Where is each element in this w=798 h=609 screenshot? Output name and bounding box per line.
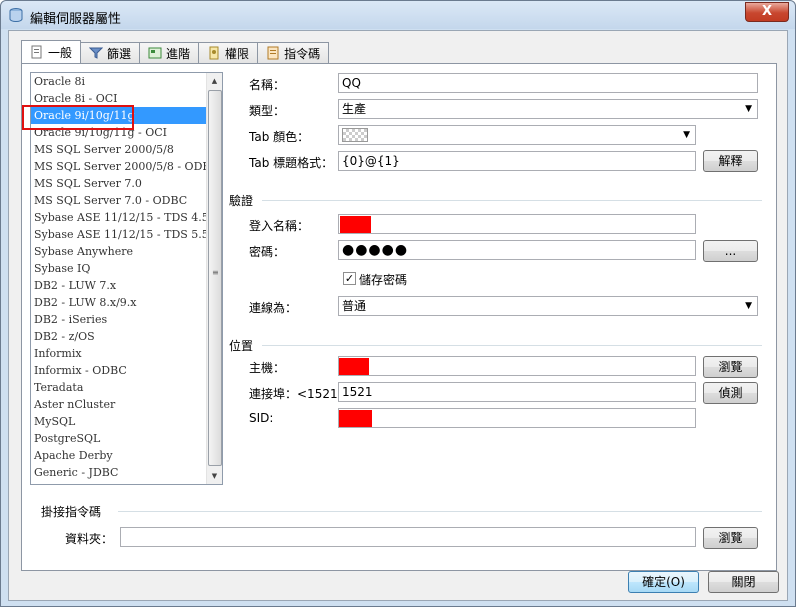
type-value: 生產 <box>342 102 367 116</box>
password-options-button[interactable]: ... <box>703 240 758 262</box>
server-type-item[interactable]: Sybase IQ <box>31 260 206 277</box>
scroll-down-icon[interactable]: ▼ <box>207 468 222 484</box>
redacted-login <box>340 216 371 233</box>
server-type-item[interactable]: PostgreSQL <box>31 430 206 447</box>
host-label: 主機： <box>249 361 286 375</box>
list-scrollbar[interactable]: ▲ ≡ ▼ <box>206 73 222 484</box>
server-type-item[interactable]: MS SQL Server 7.0 - ODBC <box>31 192 206 209</box>
general-icon <box>31 45 42 59</box>
location-section-title: 位置 <box>229 337 258 354</box>
tab-advanced[interactable]: 進階 <box>139 42 200 63</box>
connect-as-label: 連線為： <box>249 301 298 315</box>
tab-label: 一般 <box>48 45 73 60</box>
ok-button[interactable]: 確定(O) <box>628 571 699 593</box>
advanced-icon <box>148 47 162 59</box>
server-type-item[interactable]: DB2 - LUW 8.x/9.x <box>31 294 206 311</box>
server-type-list[interactable]: Oracle 8i Oracle 8i - OCI Oracle 9i/10g/11… <box>30 72 223 485</box>
redacted-host <box>339 358 369 375</box>
save-password-checkbox[interactable]: ✓ <box>343 272 356 285</box>
login-label: 登入名稱： <box>249 219 310 233</box>
tab-color-label: Tab 顏色： <box>249 130 310 144</box>
scroll-up-icon[interactable]: ▲ <box>207 73 222 89</box>
dialog-window: 編輯伺服器屬性 X 一般 篩選 進階 權限 指令碼 Oracle 8i Orac… <box>0 0 796 607</box>
sid-field[interactable] <box>338 408 696 428</box>
server-type-item[interactable]: Sybase ASE 11/12/15 - TDS 4.5 <box>31 209 209 226</box>
title-bar[interactable]: 編輯伺服器屬性 X <box>1 1 795 29</box>
connect-as-select[interactable]: 普通 ▼ <box>338 296 758 316</box>
server-type-item[interactable]: Generic - JDBC <box>31 464 206 481</box>
server-type-item[interactable]: MySQL <box>31 413 206 430</box>
script-icon <box>267 46 279 60</box>
port-label: 連接埠：<1521> <box>249 387 348 401</box>
server-type-item[interactable]: Aster nCluster <box>31 396 206 413</box>
folder-label: 資料夾： <box>65 532 114 546</box>
location-section-divider <box>262 345 762 346</box>
password-label: 密碼： <box>249 245 286 259</box>
type-label: 類型： <box>249 104 286 118</box>
highlight-box <box>22 105 134 130</box>
type-select[interactable]: 生產 ▼ <box>338 99 758 119</box>
tab-title-field[interactable]: {0}@{1} <box>338 151 696 171</box>
tab-label: 進階 <box>166 46 191 61</box>
tab-title-label: Tab 標題格式： <box>249 156 334 170</box>
host-browse-button[interactable]: 瀏覽 <box>703 356 758 378</box>
scroll-thumb[interactable]: ≡ <box>208 90 222 466</box>
dropdown-arrow-icon: ▼ <box>745 301 752 311</box>
server-type-item[interactable]: Oracle 8i <box>31 73 206 90</box>
auth-section-divider <box>262 200 762 201</box>
server-type-item[interactable]: Teradata <box>31 379 206 396</box>
filter-icon <box>89 47 104 59</box>
dropdown-arrow-icon: ▼ <box>745 104 752 114</box>
tab-color-select[interactable]: ▼ <box>338 125 696 145</box>
folder-field[interactable] <box>120 527 696 547</box>
port-field[interactable]: 1521 <box>338 382 696 402</box>
server-type-item[interactable]: MS SQL Server 7.0 <box>31 175 206 192</box>
server-type-item[interactable]: DB2 - LUW 7.x <box>31 277 206 294</box>
general-panel: Oracle 8i Oracle 8i - OCI Oracle 9i/10g/11… <box>21 63 777 571</box>
server-type-item[interactable]: Sybase Anywhere <box>31 243 206 260</box>
grip-icon: ≡ <box>212 268 219 277</box>
server-type-items: Oracle 8i Oracle 8i - OCI Oracle 9i/10g/11… <box>31 73 219 481</box>
tab-script[interactable]: 指令碼 <box>257 42 330 63</box>
tab-filter[interactable]: 篩選 <box>80 42 141 63</box>
auth-section-title: 驗證 <box>229 192 258 209</box>
close-window-button[interactable]: X <box>745 2 789 22</box>
redacted-sid <box>339 410 372 427</box>
server-type-item[interactable]: DB2 - iSeries <box>31 311 206 328</box>
tab-label: 權限 <box>225 46 250 61</box>
name-label: 名稱： <box>249 78 286 92</box>
password-field[interactable]: ●●●●● <box>338 240 696 260</box>
server-type-item[interactable]: Apache Derby <box>31 447 206 464</box>
host-field[interactable] <box>338 356 696 376</box>
tab-permissions[interactable]: 權限 <box>198 42 259 63</box>
server-type-item[interactable]: Informix <box>31 345 206 362</box>
server-type-item[interactable]: MS SQL Server 2000/5/8 - ODBC <box>31 158 219 175</box>
window-title: 編輯伺服器屬性 <box>30 12 122 27</box>
mount-section-title: 掛接指令碼 <box>41 503 106 520</box>
server-type-item[interactable]: Informix - ODBC <box>31 362 206 379</box>
folder-browse-button[interactable]: 瀏覽 <box>703 527 758 549</box>
name-field[interactable]: QQ <box>338 73 758 93</box>
login-field[interactable] <box>338 214 696 234</box>
explain-button[interactable]: 解釋 <box>703 150 758 172</box>
connect-as-value: 普通 <box>342 299 367 313</box>
save-password-label: 儲存密碼 <box>359 273 408 287</box>
server-type-item[interactable]: DB2 - z/OS <box>31 328 206 345</box>
detect-port-button[interactable]: 偵測 <box>703 382 758 404</box>
mount-section-divider <box>118 511 762 512</box>
tab-label: 篩選 <box>107 46 132 61</box>
database-icon <box>9 8 23 23</box>
tab-strip: 一般 篩選 進階 權限 指令碼 <box>21 40 330 64</box>
server-type-item[interactable]: MS SQL Server 2000/5/8 <box>31 141 206 158</box>
tab-label: 指令碼 <box>284 46 321 61</box>
close-button[interactable]: 關閉 <box>708 571 779 593</box>
sid-label: SID: <box>249 411 274 425</box>
server-type-item[interactable]: Sybase ASE 11/12/15 - TDS 5.5 <box>31 226 209 243</box>
tab-general[interactable]: 一般 <box>21 40 82 63</box>
dropdown-arrow-icon: ▼ <box>683 130 690 140</box>
color-swatch-icon <box>342 128 368 142</box>
permissions-icon <box>209 46 219 60</box>
